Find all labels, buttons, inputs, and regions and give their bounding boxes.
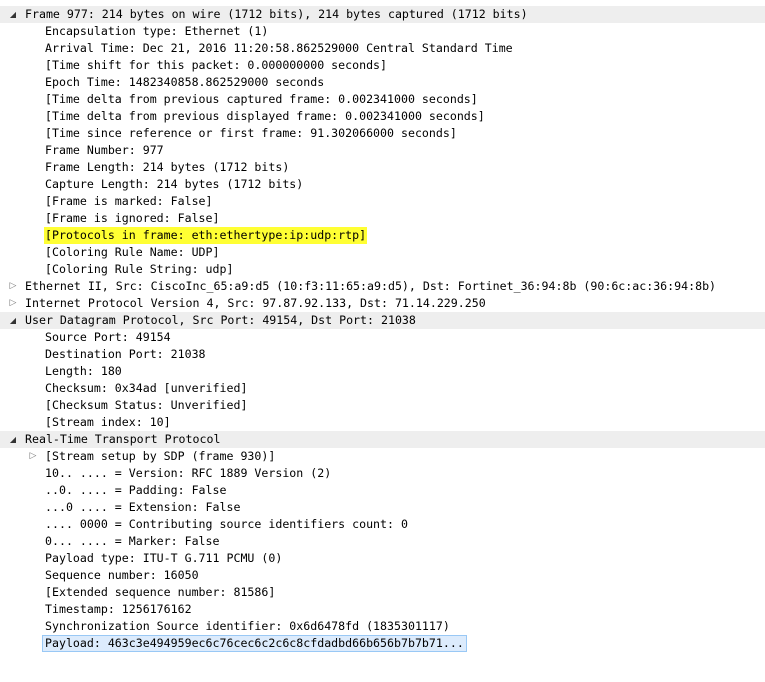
tree-row-label: [Extended sequence number: 81586] — [45, 585, 276, 599]
tree-field-row[interactable]: [Time since reference or first frame: 91… — [0, 125, 765, 142]
tree-row-label: [Time delta from previous captured frame… — [45, 92, 478, 106]
tree-field-row[interactable]: Payload: 463c3e494959ec6c76cec6c2c6c8cfd… — [0, 635, 765, 652]
tree-field-row[interactable]: [Time delta from previous displayed fram… — [0, 108, 765, 125]
expand-triangle-icon[interactable]: ▷ — [27, 448, 39, 465]
tree-field-row[interactable]: Frame Length: 214 bytes (1712 bits) — [0, 159, 765, 176]
tree-field-row[interactable]: .... 0000 = Contributing source identifi… — [0, 516, 765, 533]
tree-row-label: Checksum: 0x34ad [unverified] — [45, 381, 248, 395]
tree-row-label: Frame Number: 977 — [45, 143, 164, 157]
tree-row-label: [Frame is ignored: False] — [45, 211, 220, 225]
tree-field-row[interactable]: 10.. .... = Version: RFC 1889 Version (2… — [0, 465, 765, 482]
collapse-triangle-icon[interactable]: ◢ — [7, 6, 19, 23]
tree-field-row[interactable]: Frame Number: 977 — [0, 142, 765, 159]
tree-field-row[interactable]: [Time shift for this packet: 0.000000000… — [0, 57, 765, 74]
tree-row-label: Encapsulation type: Ethernet (1) — [45, 24, 269, 38]
tree-row-label: User Datagram Protocol, Src Port: 49154,… — [25, 313, 416, 327]
tree-section-row[interactable]: ▷ Internet Protocol Version 4, Src: 97.87… — [0, 295, 765, 312]
tree-field-row[interactable]: Timestamp: 1256176162 — [0, 601, 765, 618]
tree-field-row[interactable]: [Stream index: 10] — [0, 414, 765, 431]
tree-field-row[interactable]: Payload type: ITU-T G.711 PCMU (0) — [0, 550, 765, 567]
tree-field-row[interactable]: Encapsulation type: Ethernet (1) — [0, 23, 765, 40]
tree-row-label: [Protocols in frame: eth:ethertype:ip:ud… — [44, 227, 368, 244]
tree-field-row[interactable]: [Coloring Rule Name: UDP] — [0, 244, 765, 261]
tree-row-label: [Coloring Rule String: udp] — [45, 262, 234, 276]
tree-row-label: Length: 180 — [45, 364, 122, 378]
tree-field-row[interactable]: [Frame is ignored: False] — [0, 210, 765, 227]
tree-row-label: ..0. .... = Padding: False — [45, 483, 227, 497]
tree-row-label: Source Port: 49154 — [45, 330, 171, 344]
tree-field-row[interactable]: Length: 180 — [0, 363, 765, 380]
tree-row-label: ...0 .... = Extension: False — [45, 500, 241, 514]
tree-row-label: Frame 977: 214 bytes on wire (1712 bits)… — [25, 7, 528, 21]
tree-row-label: 0... .... = Marker: False — [45, 534, 220, 548]
tree-row-label: [Frame is marked: False] — [45, 194, 213, 208]
tree-field-row[interactable]: Capture Length: 214 bytes (1712 bits) — [0, 176, 765, 193]
tree-section-row[interactable]: ◢ User Datagram Protocol, Src Port: 49154… — [0, 312, 765, 329]
tree-row-label: Sequence number: 16050 — [45, 568, 199, 582]
tree-row-label: Destination Port: 21038 — [45, 347, 206, 361]
tree-row-label: [Checksum Status: Unverified] — [45, 398, 248, 412]
packet-details-tree: ◢ Frame 977: 214 bytes on wire (1712 bits… — [0, 0, 765, 682]
tree-field-row[interactable]: [Checksum Status: Unverified] — [0, 397, 765, 414]
tree-row-label: Ethernet II, Src: CiscoInc_65:a9:d5 (10:… — [25, 279, 717, 293]
tree-field-row[interactable]: ...0 .... = Extension: False — [0, 499, 765, 516]
collapse-triangle-icon[interactable]: ◢ — [7, 312, 19, 329]
tree-row-label: Frame Length: 214 bytes (1712 bits) — [45, 160, 290, 174]
tree-field-row[interactable]: [Extended sequence number: 81586] — [0, 584, 765, 601]
tree-row-label: [Stream index: 10] — [45, 415, 171, 429]
tree-field-row[interactable]: Synchronization Source identifier: 0x6d6… — [0, 618, 765, 635]
tree-field-row[interactable]: Sequence number: 16050 — [0, 567, 765, 584]
tree-row-label: 10.. .... = Version: RFC 1889 Version (2… — [45, 466, 332, 480]
tree-field-row[interactable]: [Frame is marked: False] — [0, 193, 765, 210]
tree-field-row[interactable]: Destination Port: 21038 — [0, 346, 765, 363]
tree-row-label: Arrival Time: Dec 21, 2016 11:20:58.8625… — [45, 41, 513, 55]
tree-field-row[interactable]: Epoch Time: 1482340858.862529000 seconds — [0, 74, 765, 91]
tree-field-row[interactable]: Source Port: 49154 — [0, 329, 765, 346]
tree-row-label: [Stream setup by SDP (frame 930)] — [45, 449, 276, 463]
tree-row-label: Capture Length: 214 bytes (1712 bits) — [45, 177, 304, 191]
tree-row-label: Epoch Time: 1482340858.862529000 seconds — [45, 75, 325, 89]
expand-triangle-icon[interactable]: ▷ — [7, 278, 19, 295]
tree-section-row[interactable]: ◢ Frame 977: 214 bytes on wire (1712 bits… — [0, 6, 765, 23]
tree-field-row[interactable]: [Protocols in frame: eth:ethertype:ip:ud… — [0, 227, 765, 244]
tree-row-label: Real-Time Transport Protocol — [25, 432, 221, 446]
tree-field-row[interactable]: ..0. .... = Padding: False — [0, 482, 765, 499]
tree-field-row[interactable]: ▷ [Stream setup by SDP (frame 930)] — [0, 448, 765, 465]
tree-section-row[interactable]: ▷ Ethernet II, Src: CiscoInc_65:a9:d5 (10… — [0, 278, 765, 295]
tree-field-row[interactable]: [Coloring Rule String: udp] — [0, 261, 765, 278]
tree-row-label: Timestamp: 1256176162 — [45, 602, 192, 616]
collapse-triangle-icon[interactable]: ◢ — [7, 431, 19, 448]
tree-section-row[interactable]: ◢ Real-Time Transport Protocol — [0, 431, 765, 448]
tree-row-label: Payload type: ITU-T G.711 PCMU (0) — [45, 551, 283, 565]
tree-row-label: [Time delta from previous displayed fram… — [45, 109, 485, 123]
tree-row-label: Synchronization Source identifier: 0x6d6… — [45, 619, 450, 633]
tree-field-row[interactable]: Arrival Time: Dec 21, 2016 11:20:58.8625… — [0, 40, 765, 57]
expand-triangle-icon[interactable]: ▷ — [7, 295, 19, 312]
tree-field-row[interactable]: [Time delta from previous captured frame… — [0, 91, 765, 108]
tree-row-label: [Coloring Rule Name: UDP] — [45, 245, 220, 259]
tree-row-label: Internet Protocol Version 4, Src: 97.87.… — [25, 296, 486, 310]
tree-field-row[interactable]: Checksum: 0x34ad [unverified] — [0, 380, 765, 397]
tree-row-label: .... 0000 = Contributing source identifi… — [45, 517, 408, 531]
tree-row-label: Payload: 463c3e494959ec6c76cec6c2c6c8cfd… — [42, 635, 467, 652]
tree-row-label: [Time since reference or first frame: 91… — [45, 126, 457, 140]
tree-field-row[interactable]: 0... .... = Marker: False — [0, 533, 765, 550]
tree-row-label: [Time shift for this packet: 0.000000000… — [45, 58, 388, 72]
